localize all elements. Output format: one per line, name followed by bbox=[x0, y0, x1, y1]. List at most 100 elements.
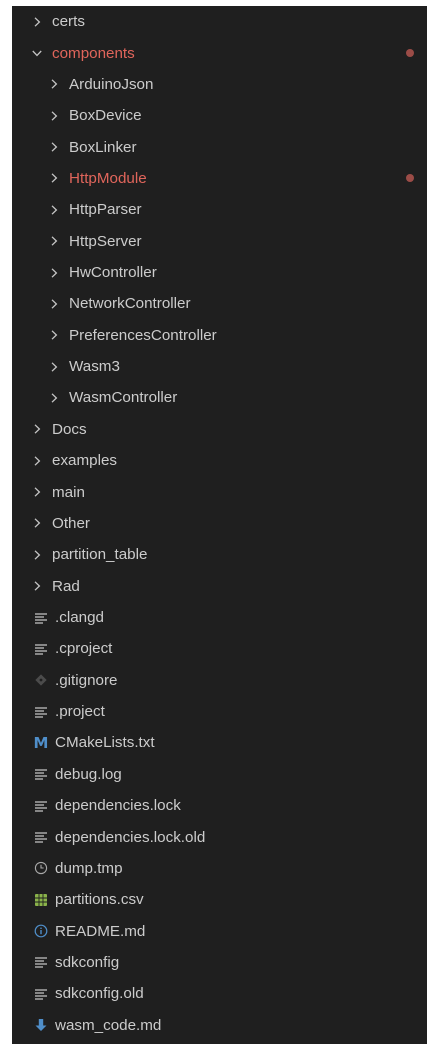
lines-file-icon bbox=[33, 798, 49, 814]
chevron-right-icon bbox=[45, 294, 63, 314]
git-diamond-icon bbox=[33, 672, 49, 688]
folder-label: main bbox=[52, 483, 85, 501]
folder-item[interactable]: Other bbox=[12, 508, 427, 539]
lines-file-icon bbox=[33, 829, 49, 845]
file-label: wasm_code.md bbox=[55, 1016, 162, 1034]
chevron-right-icon bbox=[45, 263, 63, 283]
folder-item[interactable]: certs bbox=[12, 6, 427, 37]
folder-item[interactable]: Rad bbox=[12, 570, 427, 601]
folder-label: Wasm3 bbox=[69, 358, 120, 376]
chevron-right-icon bbox=[28, 513, 46, 533]
folder-label: Rad bbox=[52, 577, 80, 595]
file-label: dependencies.lock bbox=[55, 797, 181, 815]
folder-label: HwController bbox=[69, 264, 157, 282]
folder-item[interactable]: components bbox=[12, 37, 427, 68]
chevron-right-icon bbox=[28, 419, 46, 439]
folder-label: Other bbox=[52, 514, 90, 532]
folder-item[interactable]: BoxLinker bbox=[12, 131, 427, 162]
folder-item[interactable]: main bbox=[12, 476, 427, 507]
folder-label: HttpModule bbox=[69, 169, 147, 187]
chevron-right-icon bbox=[45, 106, 63, 126]
folder-item[interactable]: ArduinoJson bbox=[12, 69, 427, 100]
folder-label: BoxLinker bbox=[69, 138, 137, 156]
file-item[interactable]: dependencies.lock.old bbox=[12, 821, 427, 852]
chevron-right-icon bbox=[45, 200, 63, 220]
chevron-right-icon bbox=[45, 325, 63, 345]
file-label: CMakeLists.txt bbox=[55, 734, 155, 752]
info-icon bbox=[33, 923, 49, 939]
file-label: .project bbox=[55, 703, 105, 721]
file-explorer-tree: certs components ArduinoJson BoxDevice BoxLi… bbox=[12, 6, 427, 1044]
folder-item[interactable]: Wasm3 bbox=[12, 351, 427, 382]
cmake-badge-text: M bbox=[33, 733, 49, 752]
clock-icon bbox=[33, 860, 49, 876]
chevron-right-icon bbox=[28, 576, 46, 596]
file-item[interactable]: dependencies.lock bbox=[12, 790, 427, 821]
chevron-right-icon bbox=[28, 451, 46, 471]
folder-label: BoxDevice bbox=[69, 107, 142, 125]
file-label: .cproject bbox=[55, 640, 113, 658]
file-item[interactable]: .gitignore bbox=[12, 665, 427, 696]
folder-label: examples bbox=[52, 452, 117, 470]
folder-label: certs bbox=[52, 13, 85, 31]
file-item[interactable]: wasm_code.md bbox=[12, 1010, 427, 1041]
folder-label: PreferencesController bbox=[69, 326, 217, 344]
folder-item[interactable]: HttpParser bbox=[12, 194, 427, 225]
file-item[interactable]: partitions.csv bbox=[12, 884, 427, 915]
folder-label: partition_table bbox=[52, 546, 148, 564]
file-label: README.md bbox=[55, 922, 146, 940]
lines-file-icon bbox=[33, 766, 49, 782]
file-item[interactable]: sdkconfig.old bbox=[12, 978, 427, 1009]
folder-label: NetworkController bbox=[69, 295, 191, 313]
lines-file-icon bbox=[33, 954, 49, 970]
file-label: .clangd bbox=[55, 609, 104, 626]
folder-label: components bbox=[52, 44, 135, 62]
folder-label: HttpServer bbox=[69, 232, 142, 250]
folder-item[interactable]: BoxDevice bbox=[12, 100, 427, 131]
chevron-right-icon bbox=[28, 12, 46, 32]
file-item[interactable]: .project bbox=[12, 696, 427, 727]
file-item[interactable]: README.md bbox=[12, 915, 427, 946]
folder-item[interactable]: Docs bbox=[12, 414, 427, 445]
folder-label: WasmController bbox=[69, 389, 178, 407]
folder-label: Docs bbox=[52, 420, 87, 438]
chevron-right-icon bbox=[45, 74, 63, 94]
folder-item[interactable]: examples bbox=[12, 445, 427, 476]
folder-item[interactable]: HwController bbox=[12, 257, 427, 288]
cmake-m-icon: M bbox=[33, 735, 49, 751]
folder-item[interactable]: partition_table bbox=[12, 539, 427, 570]
file-label: sdkconfig.old bbox=[55, 985, 144, 1003]
modified-dot-indicator bbox=[406, 174, 414, 183]
file-label: dependencies.lock.old bbox=[55, 828, 206, 846]
file-item[interactable]: dump.tmp bbox=[12, 853, 427, 884]
chevron-right-icon bbox=[45, 168, 63, 188]
folder-item[interactable]: WasmController bbox=[12, 382, 427, 413]
folder-label: ArduinoJson bbox=[69, 75, 154, 93]
file-item[interactable]: sdkconfig bbox=[12, 947, 427, 978]
chevron-right-icon bbox=[45, 357, 63, 377]
folder-item[interactable]: HttpServer bbox=[12, 226, 427, 257]
chevron-down-icon bbox=[28, 43, 46, 63]
file-item[interactable]: .cproject bbox=[12, 633, 427, 664]
file-label: partitions.csv bbox=[55, 891, 144, 909]
file-label: .gitignore bbox=[55, 671, 118, 689]
file-item[interactable]: M CMakeLists.txt bbox=[12, 727, 427, 758]
folder-item[interactable]: PreferencesController bbox=[12, 320, 427, 351]
file-label: debug.log bbox=[55, 765, 122, 783]
file-label: dump.tmp bbox=[55, 859, 123, 877]
chevron-right-icon bbox=[45, 137, 63, 157]
lines-file-icon bbox=[33, 641, 49, 657]
file-item[interactable]: debug.log bbox=[12, 759, 427, 790]
chevron-right-icon bbox=[45, 388, 63, 408]
spreadsheet-icon bbox=[33, 892, 49, 908]
lines-file-icon bbox=[33, 610, 49, 626]
folder-label: HttpParser bbox=[69, 201, 142, 219]
chevron-right-icon bbox=[45, 231, 63, 251]
file-label: sdkconfig bbox=[55, 953, 120, 971]
folder-item[interactable]: NetworkController bbox=[12, 288, 427, 319]
download-arrow-icon bbox=[33, 1017, 49, 1033]
file-item[interactable]: .clangd bbox=[12, 602, 427, 633]
lines-file-icon bbox=[33, 986, 49, 1002]
modified-dot-indicator bbox=[406, 49, 414, 58]
folder-item[interactable]: HttpModule bbox=[12, 163, 427, 194]
